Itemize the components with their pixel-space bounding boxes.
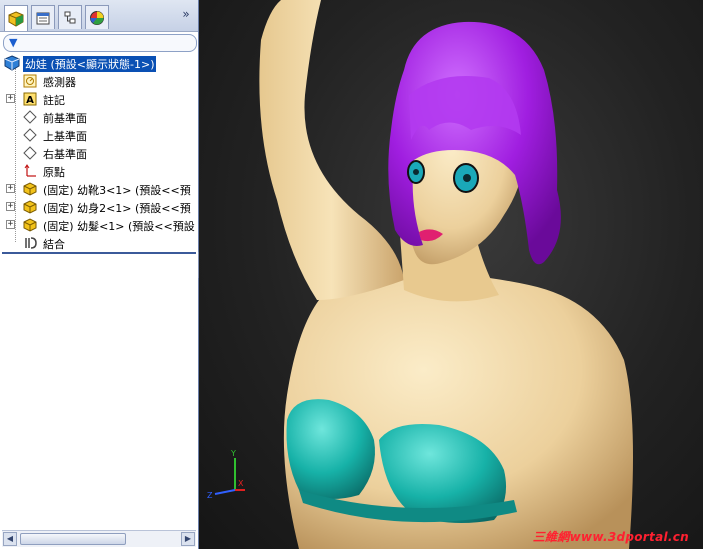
manager-tab-bar: »	[0, 0, 198, 32]
expand-plus-icon[interactable]: +	[6, 184, 15, 193]
plane-icon	[22, 127, 38, 143]
feature-manager-tab[interactable]	[4, 5, 28, 31]
mates-icon	[22, 235, 38, 251]
feature-tree: 幼娃 (預設<顯示狀態-1>) 感測器 + A 註記 前基準面 上基準面 右基準…	[0, 54, 198, 254]
part-icon	[22, 199, 38, 215]
watermark-text: 三維網www.3dportal.cn	[532, 530, 689, 544]
horizontal-scrollbar[interactable]: ◀ ▶	[2, 530, 196, 547]
display-manager-tab[interactable]	[85, 5, 109, 29]
display-pie-icon	[90, 10, 104, 25]
scroll-right-icon[interactable]: ▶	[181, 532, 195, 546]
origin-icon	[22, 163, 38, 179]
tree-item-right-plane[interactable]: 右基準面	[0, 144, 198, 162]
scrollbar-thumb[interactable]	[20, 533, 126, 545]
tree-divider	[2, 252, 196, 254]
expand-plus-icon[interactable]: +	[6, 220, 15, 229]
tree-item-origin[interactable]: 原點	[0, 162, 198, 180]
tree-item-label: 結合	[43, 238, 65, 251]
tree-item-component-body[interactable]: + (固定) 幼身2<1> (預設<<預	[0, 198, 198, 216]
feature-tree-icon	[8, 10, 24, 27]
tree-item-mates[interactable]: 結合	[0, 234, 198, 252]
part-icon	[22, 217, 38, 233]
configuration-manager-tab[interactable]	[58, 5, 82, 29]
model-render	[259, 0, 633, 549]
more-tabs-button[interactable]: »	[179, 7, 193, 21]
svg-text:A: A	[26, 95, 34, 106]
tree-item-label: (固定) 幼靴3<1> (預設<<預	[43, 184, 191, 197]
scroll-left-icon[interactable]: ◀	[3, 532, 17, 546]
sensor-icon	[22, 73, 38, 89]
annotation-icon: A	[22, 91, 38, 107]
property-manager-tab[interactable]	[31, 5, 55, 29]
tree-item-top-plane[interactable]: 上基準面	[0, 126, 198, 144]
solidworks-window: » ▼ 幼娃 (預設<顯示狀態-1>) 感測器 + A 註記 前基準面 上基準面…	[0, 0, 703, 549]
raised-arm-shape	[259, 0, 404, 300]
tree-item-label: 上基準面	[43, 130, 87, 143]
feature-manager-panel: » ▼ 幼娃 (預設<顯示狀態-1>) 感測器 + A 註記 前基準面 上基準面…	[0, 0, 199, 549]
axis-triad: Y Z X	[207, 449, 245, 500]
tree-item-annotations[interactable]: + A 註記	[0, 90, 198, 108]
property-icon	[36, 12, 50, 24]
tree-root-assembly[interactable]: 幼娃 (預設<顯示狀態-1>)	[0, 54, 198, 72]
triad-x-label: X	[238, 479, 244, 488]
plane-icon	[22, 145, 38, 161]
tree-item-front-plane[interactable]: 前基準面	[0, 108, 198, 126]
configuration-icon	[64, 11, 76, 23]
tree-item-label: 原點	[43, 166, 65, 179]
tree-item-label: (固定) 幼身2<1> (預設<<預	[43, 202, 191, 215]
plane-icon	[22, 109, 38, 125]
assembly-icon	[4, 55, 20, 71]
expand-plus-icon[interactable]: +	[6, 202, 15, 211]
filter-icon: ▼	[9, 36, 18, 49]
tree-filter-input[interactable]: ▼	[3, 34, 197, 52]
tree-root-label: 幼娃 (預設<顯示狀態-1>)	[23, 56, 157, 72]
triad-z-label: Z	[207, 491, 213, 500]
tree-item-label: 註記	[43, 94, 65, 107]
tree-item-component-hair[interactable]: + (固定) 幼髮<1> (預設<<預設	[0, 216, 198, 234]
tree-item-label: 右基準面	[43, 148, 87, 161]
expand-plus-icon[interactable]: +	[6, 94, 15, 103]
tree-item-label: (固定) 幼髮<1> (預設<<預設	[43, 220, 195, 233]
triad-y-label: Y	[230, 449, 236, 458]
tree-item-sensors[interactable]: 感測器	[0, 72, 198, 90]
graphics-viewport[interactable]: Y Z X 三維網www.3dportal.cn	[199, 0, 703, 549]
tree-item-component-boots[interactable]: + (固定) 幼靴3<1> (預設<<預	[0, 180, 198, 198]
tree-item-label: 前基準面	[43, 112, 87, 125]
tree-item-label: 感測器	[43, 76, 76, 89]
part-icon	[22, 181, 38, 197]
